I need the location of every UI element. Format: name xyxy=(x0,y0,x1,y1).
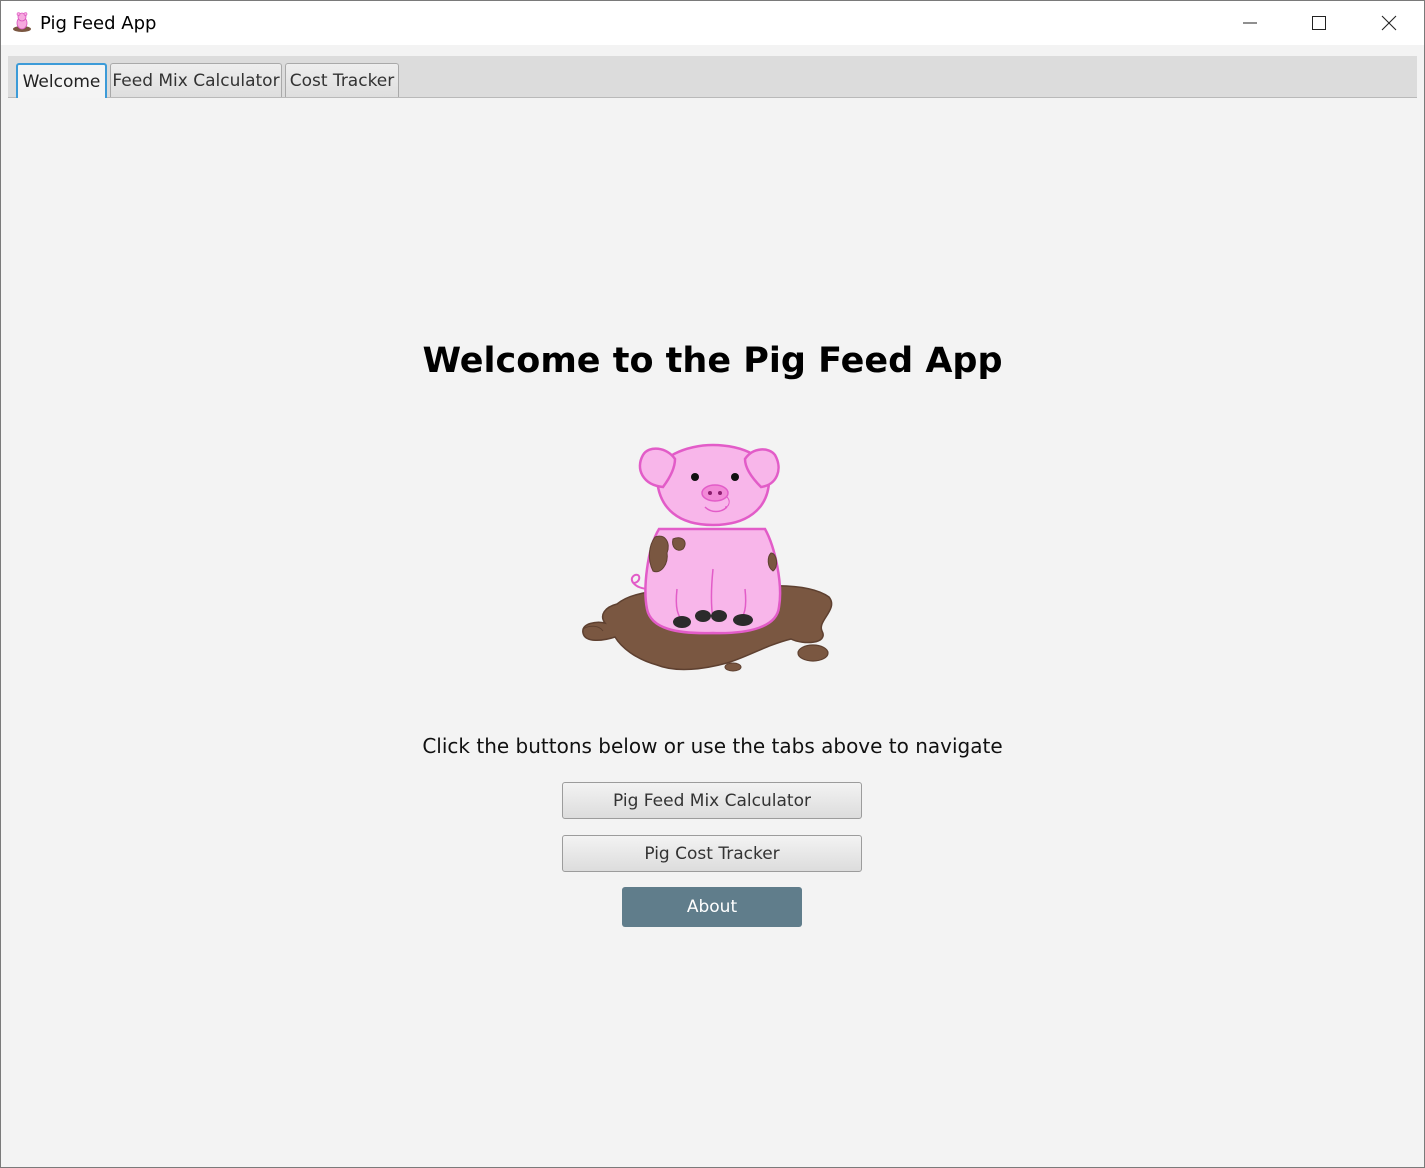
about-button[interactable]: About xyxy=(622,887,802,927)
maximize-icon xyxy=(1312,16,1326,30)
tab-welcome[interactable]: Welcome xyxy=(16,63,107,98)
tab-cost-tracker[interactable]: Cost Tracker xyxy=(285,63,399,97)
tab-feed-mix-calculator[interactable]: Feed Mix Calculator xyxy=(110,63,282,97)
window-title: Pig Feed App xyxy=(40,13,157,34)
app-pig-icon xyxy=(13,12,31,32)
pig-in-mud-illustration xyxy=(582,443,833,672)
app-window: Pig Feed App Welcome Feed Mix Calculator… xyxy=(0,0,1425,1168)
feed-mix-calculator-button[interactable]: Pig Feed Mix Calculator xyxy=(562,782,862,819)
minimize-button[interactable] xyxy=(1216,1,1284,45)
minimize-icon xyxy=(1243,22,1257,24)
title-bar[interactable]: Pig Feed App xyxy=(1,1,1424,45)
maximize-button[interactable] xyxy=(1285,1,1353,45)
welcome-heading: Welcome to the Pig Feed App xyxy=(422,341,1003,381)
cost-tracker-button[interactable]: Pig Cost Tracker xyxy=(562,835,862,872)
tab-bar: Welcome Feed Mix Calculator Cost Tracker xyxy=(8,56,1417,98)
close-icon xyxy=(1381,15,1397,31)
close-button[interactable] xyxy=(1355,1,1423,45)
navigation-instruction: Click the buttons below or use the tabs … xyxy=(422,734,1003,758)
